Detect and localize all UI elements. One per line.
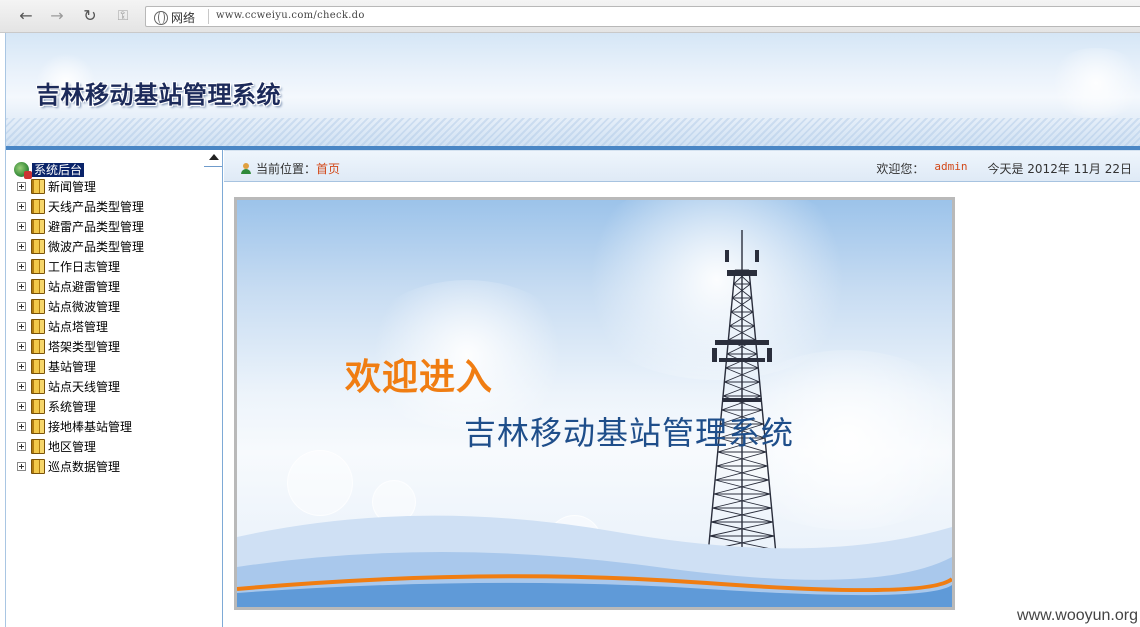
expand-plus-icon[interactable] xyxy=(17,241,26,251)
expand-plus-icon[interactable] xyxy=(17,381,26,391)
folder-book-icon xyxy=(31,458,45,474)
reload-icon[interactable]: ↻ xyxy=(80,7,100,25)
sidebar-item[interactable]: 接地棒基站管理 xyxy=(17,418,132,434)
sidebar-item-label[interactable]: 巡点数据管理 xyxy=(48,458,120,475)
sidebar-item-label[interactable]: 地区管理 xyxy=(48,438,96,455)
expand-plus-icon[interactable] xyxy=(17,201,26,211)
network-indicator[interactable]: 网络 xyxy=(154,9,195,26)
sidebar-nav: 系统后台 新闻管理天线产品类型管理 避雷产品类型管理 微波产品类型管理 工作日志管理站… xyxy=(5,150,223,627)
sidebar-item[interactable]: 天线产品类型管理 xyxy=(17,198,144,214)
sidebar-item-label[interactable]: 工作日志管理 xyxy=(48,258,120,275)
sidebar-item-label[interactable]: 基站管理 xyxy=(48,358,96,375)
sidebar-item-label[interactable]: 站点天线管理 xyxy=(48,378,120,395)
expand-plus-icon[interactable] xyxy=(17,461,26,471)
welcome-system-name: 吉林移动基站管理系统 xyxy=(464,414,795,452)
expand-plus-icon[interactable] xyxy=(17,361,26,371)
wave-decoration xyxy=(237,515,952,607)
folder-book-icon xyxy=(31,258,45,274)
tree-root-label: 系统后台 xyxy=(32,162,85,177)
folder-book-icon xyxy=(31,178,45,194)
date-text: 今天是 2012年 11月 22日 xyxy=(987,162,1132,176)
sidebar-item[interactable]: 地区管理 xyxy=(17,438,96,454)
folder-book-icon xyxy=(31,278,45,294)
sidebar-item-label[interactable]: 站点微波管理 xyxy=(48,298,120,315)
expand-plus-icon[interactable] xyxy=(17,441,26,451)
sidebar-item[interactable]: 站点天线管理 xyxy=(17,378,120,394)
welcome-heading: 欢迎进入 xyxy=(345,357,494,398)
expand-plus-icon[interactable] xyxy=(17,421,26,431)
welcome-status: 欢迎您： admin 今天是 2012年 11月 22日 xyxy=(876,160,1132,177)
breadcrumb: 当前位置： 首页 xyxy=(240,160,340,177)
breadcrumb-prefix: 当前位置： xyxy=(256,162,317,176)
folder-book-icon xyxy=(31,338,45,354)
sidebar-item[interactable]: 基站管理 xyxy=(17,358,96,374)
sidebar-item[interactable]: 新闻管理 xyxy=(17,178,96,194)
folder-book-icon xyxy=(31,198,45,214)
folder-book-icon xyxy=(31,378,45,394)
sidebar-item-label[interactable]: 新闻管理 xyxy=(48,178,96,195)
folder-book-icon xyxy=(31,298,45,314)
site-header: 吉林移动基站管理系统 xyxy=(5,33,1140,150)
folder-book-icon xyxy=(31,438,45,454)
sidebar-item[interactable]: 微波产品类型管理 xyxy=(17,238,144,254)
key-icon[interactable]: ⚿ xyxy=(111,7,135,25)
expand-plus-icon[interactable] xyxy=(17,261,26,271)
expand-plus-icon[interactable] xyxy=(17,321,26,331)
sidebar-item[interactable]: 系统管理 xyxy=(17,398,96,414)
sidebar-item[interactable]: 站点微波管理 xyxy=(17,298,120,314)
url-text[interactable]: www.ccweiyu.com/check.do xyxy=(216,10,365,21)
browser-toolbar: ← → ↻ ⚿ 网络 www.ccweiyu.com/check.do xyxy=(0,0,1140,33)
welcome-label: 欢迎您： xyxy=(876,162,925,176)
network-label: 网络 xyxy=(171,11,196,25)
folder-book-icon xyxy=(31,318,45,334)
breadcrumb-home-link[interactable]: 首页 xyxy=(316,160,340,177)
sidebar-item[interactable]: 巡点数据管理 xyxy=(17,458,120,474)
folder-book-icon xyxy=(31,358,45,374)
folder-book-icon xyxy=(31,238,45,254)
folder-book-icon xyxy=(31,218,45,234)
forward-icon[interactable]: → xyxy=(47,7,67,25)
folder-book-icon xyxy=(31,398,45,414)
sidebar-item[interactable]: 站点塔管理 xyxy=(17,318,108,334)
expand-plus-icon[interactable] xyxy=(17,341,26,351)
sidebar-item[interactable]: 工作日志管理 xyxy=(17,258,120,274)
address-bar[interactable]: 网络 www.ccweiyu.com/check.do xyxy=(145,6,1140,27)
expand-plus-icon[interactable] xyxy=(17,401,26,411)
sidebar-item-label[interactable]: 避雷产品类型管理 xyxy=(48,218,144,235)
sidebar-item[interactable]: 避雷产品类型管理 xyxy=(17,218,144,234)
location-bar: 当前位置： 首页 欢迎您： admin 今天是 2012年 11月 22日 xyxy=(224,150,1140,182)
sidebar-item-label[interactable]: 站点避雷管理 xyxy=(48,278,120,295)
welcome-banner: 欢迎进入 吉林移动基站管理系统 xyxy=(234,197,955,610)
folder-book-icon xyxy=(31,418,45,434)
sidebar-item-label[interactable]: 接地棒基站管理 xyxy=(48,418,132,435)
expand-plus-icon[interactable] xyxy=(17,301,26,311)
username: admin xyxy=(934,160,968,173)
address-separator xyxy=(208,9,209,24)
globe-icon xyxy=(154,10,168,25)
back-icon[interactable]: ← xyxy=(16,7,36,25)
expand-plus-icon[interactable] xyxy=(17,281,26,291)
header-glow xyxy=(1046,48,1140,118)
tree-root[interactable]: 系统后台 xyxy=(14,162,85,179)
watermark: www.wooyun.org xyxy=(1017,607,1138,624)
sidebar-item[interactable]: 站点避雷管理 xyxy=(17,278,120,294)
sidebar-item-label[interactable]: 天线产品类型管理 xyxy=(48,198,144,215)
sidebar-item-label[interactable]: 微波产品类型管理 xyxy=(48,238,144,255)
scroll-up-icon[interactable] xyxy=(209,154,219,160)
system-root-icon xyxy=(14,162,32,179)
expand-plus-icon[interactable] xyxy=(17,181,26,191)
site-title: 吉林移动基站管理系统 xyxy=(36,81,281,109)
scroll-divider xyxy=(204,166,222,167)
sidebar-item-label[interactable]: 系统管理 xyxy=(48,398,96,415)
sidebar-item-label[interactable]: 塔架类型管理 xyxy=(48,338,120,355)
sidebar-item[interactable]: 塔架类型管理 xyxy=(17,338,120,354)
expand-plus-icon[interactable] xyxy=(17,221,26,231)
sidebar-item-label[interactable]: 站点塔管理 xyxy=(48,318,108,335)
user-icon xyxy=(240,162,252,175)
